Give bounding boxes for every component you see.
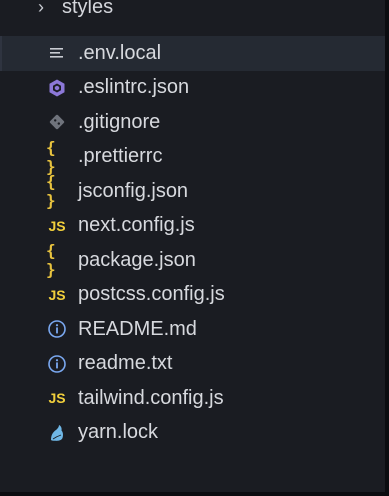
file-label: readme.txt — [78, 352, 173, 375]
folder-label: styles — [62, 0, 114, 18]
folder-row-styles[interactable]: › styles — [0, 0, 385, 24]
file-label: next.config.js — [78, 214, 195, 237]
file-label: .env.local — [78, 41, 162, 64]
file-label: yarn.lock — [78, 421, 159, 444]
git-icon — [46, 111, 68, 133]
javascript-icon: JS — [48, 286, 66, 303]
file-label: .prettierrc — [78, 145, 163, 168]
file-label: jsconfig.json — [78, 179, 189, 202]
file-row-readme-txt[interactable]: readme.txt — [0, 347, 385, 382]
file-row-yarn-lock[interactable]: yarn.lock — [0, 416, 385, 451]
file-label: package.json — [78, 248, 196, 271]
lines-icon — [46, 42, 68, 64]
chevron-right-icon[interactable]: › — [38, 0, 50, 16]
file-row-postcss-config-js[interactable]: JS postcss.config.js — [0, 278, 385, 313]
info-icon — [46, 353, 68, 375]
file-list: .env.local .eslintrc.json .gitignore {}… — [0, 36, 385, 450]
javascript-icon: JS — [48, 390, 66, 407]
file-row-env-local[interactable]: .env.local — [0, 36, 385, 71]
javascript-icon: JS — [48, 217, 66, 234]
file-row-package-json[interactable]: { } package.json — [0, 241, 385, 280]
file-row-tailwind-config-js[interactable]: JS tailwind.config.js — [0, 381, 385, 416]
json-braces-icon: { } — [46, 172, 56, 211]
file-row-eslintrc-json[interactable]: .eslintrc.json — [0, 71, 385, 106]
eslint-icon — [46, 77, 68, 99]
file-label: postcss.config.js — [78, 283, 225, 306]
panel-bottom-border — [0, 492, 389, 496]
file-row-next-config-js[interactable]: JS next.config.js — [0, 209, 385, 244]
file-explorer: › styles .env.local .eslintrc.json .giti… — [0, 0, 389, 496]
file-row-readme-md[interactable]: README.md — [0, 312, 385, 347]
file-label: tailwind.config.js — [78, 386, 224, 409]
info-icon — [46, 318, 68, 340]
file-label: .eslintrc.json — [78, 76, 190, 99]
panel-border — [385, 0, 389, 496]
file-row-gitignore[interactable]: .gitignore — [0, 105, 385, 140]
file-row-jsconfig-json[interactable]: { } jsconfig.json — [0, 172, 385, 211]
json-braces-icon: { } — [46, 241, 56, 280]
json-braces-icon: { } — [46, 137, 56, 176]
file-label: .gitignore — [78, 110, 161, 133]
yarn-icon — [46, 422, 68, 444]
file-row-prettierrc[interactable]: { } .prettierrc — [0, 137, 385, 176]
file-label: README.md — [78, 317, 197, 340]
